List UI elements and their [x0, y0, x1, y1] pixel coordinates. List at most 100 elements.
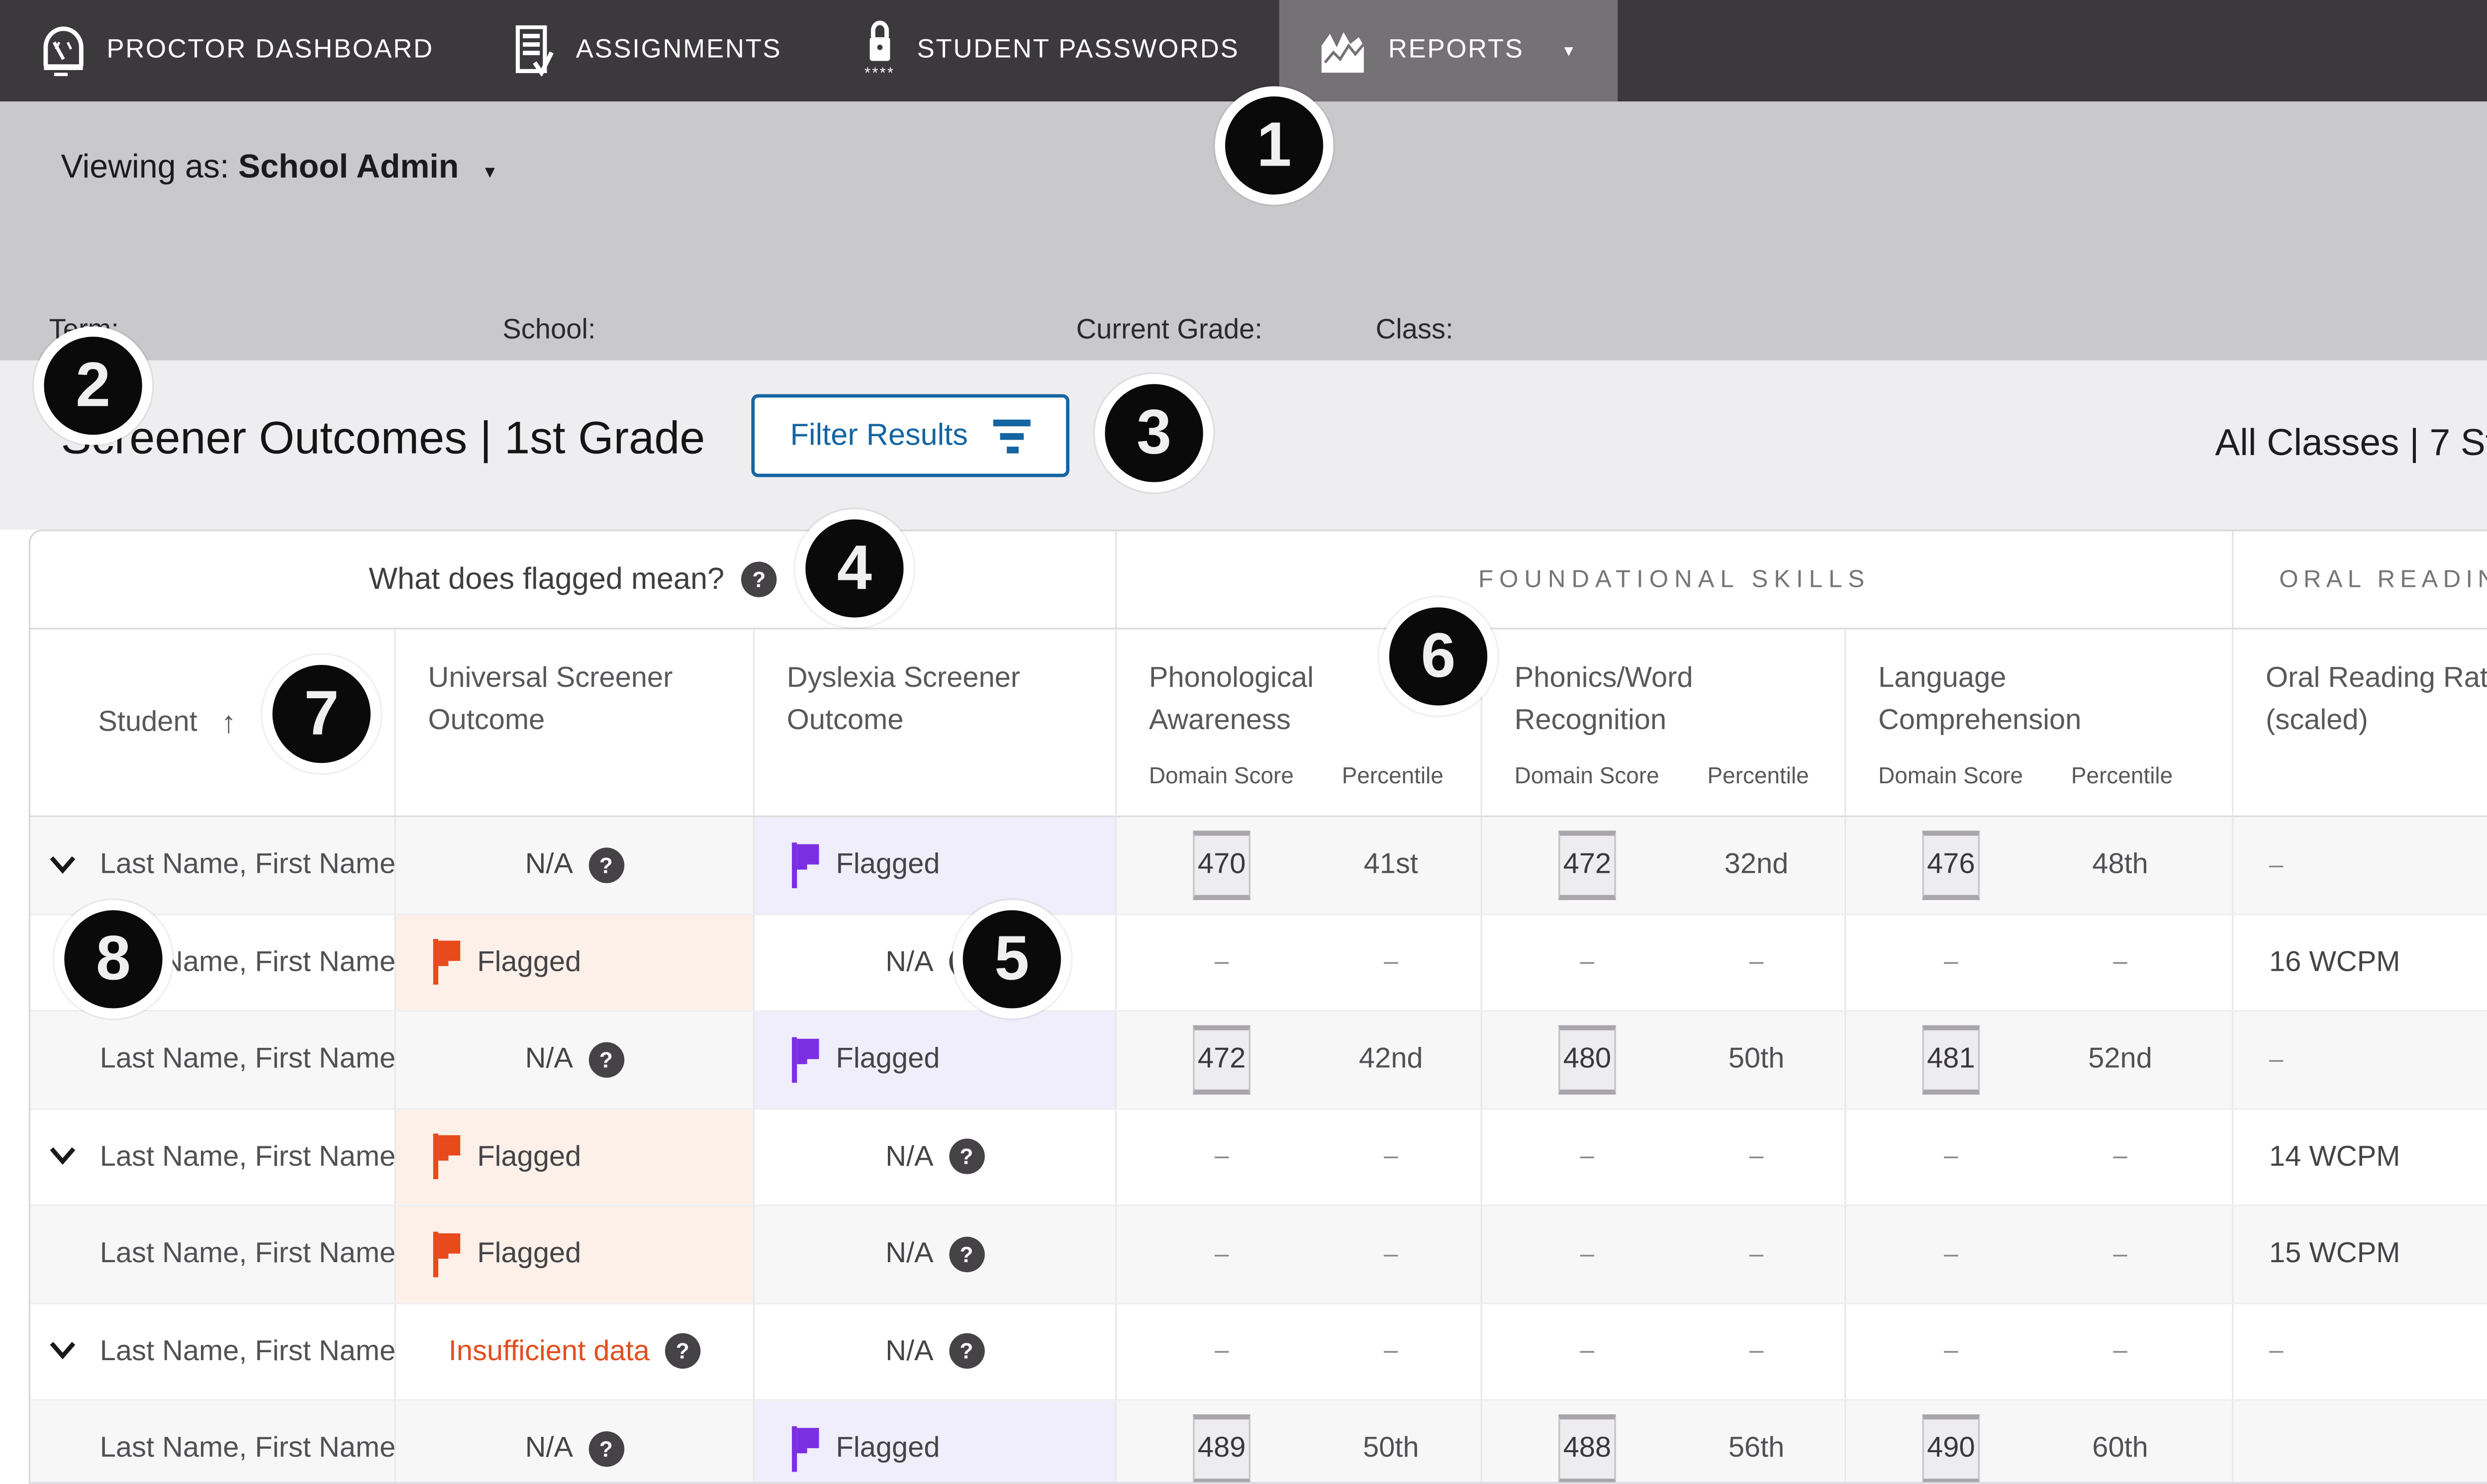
score-cell: –– [1846, 1206, 2233, 1302]
chevron-down-icon[interactable] [49, 1147, 76, 1166]
domain-score-empty: – [1580, 1240, 1594, 1269]
domain-score-value: 489 [1193, 1414, 1250, 1483]
screener-outcomes-table: What does flagged mean? ? FOUNDATIONAL S… [29, 530, 2487, 1484]
annotation-badge-7: 7 [262, 655, 381, 773]
screen: PROCTOR DASHBOARD ASSIGNMENTS [0, 0, 2487, 1484]
title-bar: Screener Outcomes | 1st Grade Filter Res… [0, 361, 2487, 530]
help-icon[interactable]: ? [949, 1139, 984, 1174]
password-stars: **** [864, 66, 895, 82]
nav-item-reports[interactable]: REPORTS ▼ [1280, 0, 1618, 101]
chevron-down-icon[interactable] [49, 1342, 76, 1361]
table-row: Last Name, First NameInsufficient data?N… [30, 1303, 2487, 1401]
table-row: Last Name, First Name FlaggedN/A?––––––1… [30, 1109, 2487, 1206]
column-header-dyslexia: Dyslexia Screener Outcome [755, 630, 1117, 816]
flag-icon [788, 842, 821, 888]
student-name[interactable]: Last Name, First Name [100, 1334, 396, 1368]
score-cell: 48152nd [1846, 1012, 2233, 1107]
percentile-label: Percentile [1708, 760, 1809, 794]
domain-score-empty: – [1580, 1142, 1594, 1171]
outcome-label: Flagged [477, 945, 581, 979]
score-cell: 488 56th [1482, 1401, 1846, 1484]
domain-score-empty: – [1580, 1337, 1594, 1366]
help-icon[interactable]: ? [588, 1431, 624, 1466]
flag-icon [430, 1134, 462, 1180]
column-header-oral-rate: Oral Reading Rate (scaled) [2234, 630, 2487, 816]
clipboard-check-icon [515, 25, 556, 76]
percentile-empty: – [1749, 1142, 1763, 1171]
score-cell: 47041st [1117, 817, 1482, 913]
domain-score-value: 470 [1193, 830, 1250, 899]
oral-reading-label: ORAL READING [2279, 566, 2487, 593]
domain-score-label: Domain Score [1149, 760, 1342, 794]
annotation-badge-3: 3 [1095, 374, 1213, 492]
percentile-label: Percentile [2071, 760, 2173, 794]
domain-score-empty: – [1944, 1337, 1958, 1366]
student-cell: Last Name, First Name [30, 817, 396, 913]
outcome-label: Flagged [477, 1140, 581, 1174]
student-name[interactable]: Last Name, First Name [100, 1432, 396, 1466]
table-row: Last Name, First Name FlaggedN/A?––––––1… [30, 915, 2487, 1012]
group-header-row: What does flagged mean? ? FOUNDATIONAL S… [30, 531, 2487, 629]
student-name[interactable]: Last Name, First Name [100, 1042, 396, 1076]
score-cell: –– [1846, 1109, 2233, 1205]
help-icon[interactable]: ? [665, 1334, 700, 1369]
score-cell: 47232nd [1482, 817, 1846, 913]
percentile-value: 56th [1728, 1432, 1785, 1466]
filter-results-button[interactable]: Filter Results [751, 394, 1069, 477]
percentile-value: 50th [1728, 1042, 1785, 1076]
flag-icon [788, 1426, 821, 1472]
help-icon[interactable]: ? [741, 561, 776, 597]
page-title: Screener Outcomes | 1st Grade [61, 413, 705, 465]
sort-ascending-icon[interactable]: ↑ [221, 700, 236, 744]
percentile-empty: – [2113, 1337, 2127, 1366]
column-header-row: Student ↑ Universal Screener Outcome Dys… [30, 630, 2487, 818]
student-cell: Last Name, First Name [30, 1206, 396, 1302]
percentile-empty: – [1384, 1142, 1398, 1171]
student-name[interactable]: Last Name, First Name [100, 1140, 396, 1174]
help-icon[interactable]: ? [588, 847, 624, 883]
viewing-as[interactable]: Viewing as: School Admin ▼ [61, 149, 498, 187]
annotation-badge-4: 4 [795, 509, 914, 628]
oral-reading-rate-cell: – [2234, 1303, 2487, 1399]
percentile-empty: – [2113, 1240, 2127, 1269]
chevron-down-icon[interactable] [49, 856, 76, 874]
score-cell: –– [1117, 915, 1482, 1010]
percentile-empty: – [1384, 948, 1398, 977]
outcome-na: N/A? [396, 817, 755, 913]
oral-rate-value: 15 WCPM [2269, 1237, 2400, 1271]
flagged-help-header: What does flagged mean? ? [30, 531, 1117, 628]
student-name[interactable]: Last Name, First Name [100, 1237, 396, 1271]
outcome-label: N/A [885, 1334, 933, 1368]
score-cell: –– [1482, 915, 1846, 1010]
percentile-value: 48th [2092, 848, 2148, 882]
language-column-label: Language Comprehension [1878, 658, 2218, 742]
domain-score-empty: – [1580, 948, 1594, 977]
help-icon[interactable]: ? [949, 1236, 984, 1272]
domain-score-value: 488 [1558, 1414, 1616, 1483]
flag-icon [430, 1231, 462, 1277]
annotation-badge-6: 6 [1379, 597, 1498, 716]
percentile-value: 42nd [1359, 1042, 1423, 1076]
table-row: Last Name, First Name FlaggedN/A?––––––1… [30, 1206, 2487, 1304]
nav-item-proctor-dashboard[interactable]: PROCTOR DASHBOARD [0, 0, 475, 101]
oral-rate-empty: – [2269, 1337, 2283, 1366]
outcome-label: N/A [885, 1140, 933, 1174]
filter-icon [993, 419, 1031, 453]
domain-score-value: 481 [1922, 1025, 1980, 1094]
oral-reading-rate-cell: 14 WCPM [2234, 1109, 2487, 1205]
outcome-label: N/A [885, 1237, 933, 1271]
help-icon[interactable]: ? [949, 1334, 984, 1369]
nav-item-student-passwords[interactable]: **** STUDENT PASSWORDS [822, 0, 1280, 101]
percentile-empty: – [1749, 1240, 1763, 1269]
help-icon[interactable]: ? [588, 1042, 624, 1077]
filter-results-label: Filter Results [790, 418, 968, 453]
nav-item-assignments[interactable]: ASSIGNMENTS [475, 0, 823, 101]
score-cell: 49060th [1846, 1401, 2233, 1484]
percentile-value: 32nd [1724, 848, 1789, 882]
table-row: Last Name, First NameN/A? Flagged47041st… [30, 817, 2487, 915]
foundational-skills-header: FOUNDATIONAL SKILLS [1117, 531, 2233, 628]
outcome-na: N/A? [396, 1012, 755, 1107]
school-label: School: [502, 315, 1044, 347]
student-name[interactable]: Last Name, First Name [100, 848, 396, 882]
annotation-badge-2: 2 [34, 327, 152, 445]
